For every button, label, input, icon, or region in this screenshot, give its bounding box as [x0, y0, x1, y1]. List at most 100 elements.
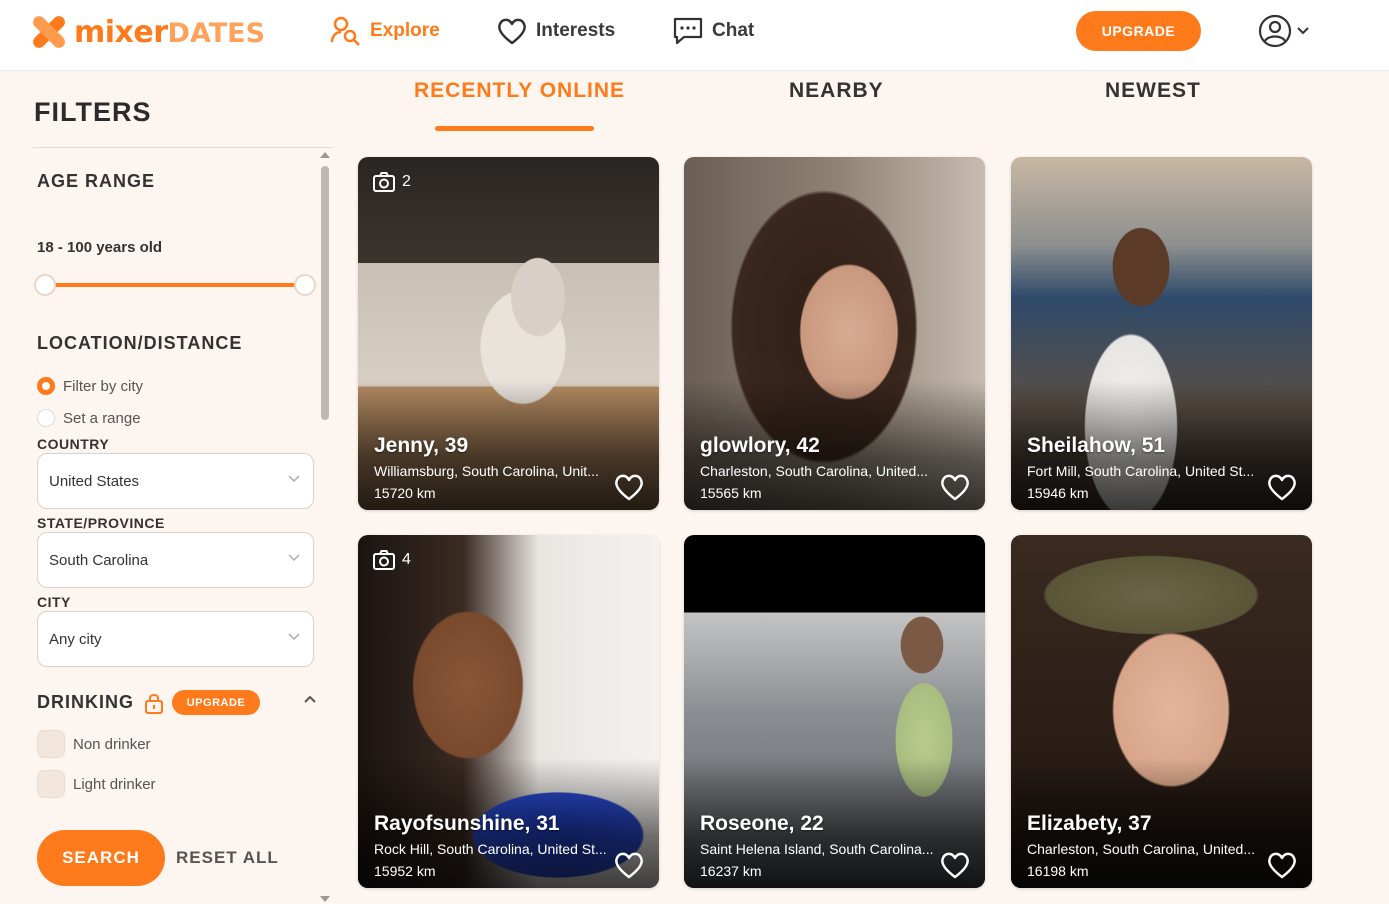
account-menu[interactable] [1258, 14, 1310, 48]
scroll-down-arrow-icon[interactable] [320, 896, 330, 902]
camera-icon [373, 172, 395, 192]
filters-title: FILTERS [34, 97, 152, 127]
scrollbar-thumb[interactable] [321, 166, 329, 420]
age-range-title: AGE RANGE [37, 171, 156, 191]
checkbox-light-drinker-label: Light drinker [73, 775, 156, 793]
like-heart-icon[interactable] [939, 850, 971, 880]
camera-icon [373, 550, 395, 570]
active-tab-indicator [435, 126, 594, 131]
drinking-title: DRINKING [37, 692, 134, 712]
filters-divider [33, 147, 333, 148]
profile-location: Williamsburg, South Carolina, Unit... [374, 463, 599, 479]
photo-count-value: 4 [402, 551, 411, 568]
drinking-upgrade-button[interactable]: UPGRADE [172, 690, 260, 715]
tab-newest[interactable]: NEWEST [1105, 79, 1201, 103]
country-select-value: United States [49, 472, 140, 490]
profile-name: Elizabety, 37 [1027, 812, 1152, 835]
location-distance-title: LOCATION/DISTANCE [37, 333, 243, 353]
explore-user-search-icon [330, 16, 360, 46]
like-heart-icon[interactable] [1266, 472, 1298, 502]
heart-outline-icon [498, 18, 526, 45]
radio-set-a-range-label: Set a range [63, 409, 141, 427]
reset-all-button[interactable]: RESET ALL [176, 848, 279, 868]
profile-card[interactable]: glowlory, 42 Charleston, South Carolina,… [684, 157, 985, 510]
brand-name: mixerDATES [74, 14, 266, 50]
city-select[interactable]: Any city [37, 611, 314, 667]
city-select-value: Any city [49, 630, 102, 648]
like-heart-icon[interactable] [613, 850, 645, 880]
profile-card[interactable]: 4 Rayofsunshine, 31 Rock Hill, South Car… [358, 535, 659, 888]
profile-location: Fort Mill, South Carolina, United St... [1027, 463, 1255, 479]
chat-bubble-icon [673, 17, 703, 45]
age-slider-track[interactable] [44, 283, 306, 287]
checkbox-non-drinker[interactable]: Non drinker [37, 730, 151, 758]
profile-distance: 16237 km [700, 863, 762, 879]
lock-icon [145, 693, 163, 714]
like-heart-icon[interactable] [939, 472, 971, 502]
profile-distance: 16198 km [1027, 863, 1089, 879]
profile-location: Charleston, South Carolina, United... [1027, 841, 1256, 857]
profile-distance: 15952 km [374, 863, 436, 879]
radio-filter-by-city-label: Filter by city [63, 377, 144, 395]
profile-name: Jenny, 39 [374, 434, 469, 457]
profile-card[interactable]: Roseone, 22 Saint Helena Island, South C… [684, 535, 985, 888]
radio-filter-by-city[interactable]: Filter by city [37, 377, 143, 395]
age-range-value: 18 - 100 years old [37, 239, 163, 256]
age-slider-max-handle[interactable] [294, 274, 316, 296]
brand-logo[interactable]: mixerDATES [30, 12, 266, 52]
logo-x-icon [30, 13, 68, 51]
profile-name: glowlory, 42 [700, 434, 820, 457]
age-slider-min-handle[interactable] [34, 274, 56, 296]
photo-count-badge: 4 [372, 549, 411, 571]
user-avatar-icon [1258, 14, 1292, 48]
country-select[interactable]: United States [37, 453, 314, 509]
tab-nearby[interactable]: NEARBY [789, 79, 884, 103]
checkbox-light-drinker[interactable]: Light drinker [37, 770, 156, 798]
profile-location: Charleston, South Carolina, United... [700, 463, 929, 479]
radio-checked-icon [37, 377, 55, 395]
scroll-up-arrow-icon[interactable] [320, 152, 330, 158]
photo-count-value: 2 [402, 173, 411, 190]
state-label: STATE/PROVINCE [37, 515, 165, 531]
photo-count-badge: 2 [372, 171, 411, 193]
tab-recently-online[interactable]: RECENTLY ONLINE [414, 79, 625, 103]
profile-distance: 15946 km [1027, 485, 1089, 501]
country-label: COUNTRY [37, 436, 110, 452]
profile-card[interactable]: Sheilahow, 51 Fort Mill, South Carolina,… [1011, 157, 1312, 510]
profile-location: Rock Hill, South Carolina, United St... [374, 841, 607, 857]
like-heart-icon[interactable] [1266, 850, 1298, 880]
profile-name: Roseone, 22 [700, 812, 824, 835]
filters-scrollbar[interactable] [319, 150, 331, 904]
top-header: mixerDATES Explore Interests Chat UPGRAD… [0, 0, 1389, 71]
checkbox-box [37, 770, 65, 798]
nav-interests-label: Interests [536, 20, 616, 41]
chevron-down-icon [288, 475, 300, 483]
chevron-down-icon [288, 554, 300, 562]
profile-distance: 15565 km [700, 485, 762, 501]
checkbox-non-drinker-label: Non drinker [73, 735, 151, 753]
chevron-down-icon [288, 633, 300, 641]
search-button[interactable]: SEARCH [37, 830, 165, 886]
upgrade-button[interactable]: UPGRADE [1076, 11, 1201, 51]
nav-chat[interactable]: Chat [672, 14, 754, 48]
radio-unchecked-icon [37, 409, 55, 427]
state-select-value: South Carolina [49, 551, 149, 569]
nav-interests[interactable]: Interests [496, 14, 615, 48]
profile-distance: 15720 km [374, 485, 436, 501]
checkbox-box [37, 730, 65, 758]
chevron-up-icon[interactable] [303, 694, 317, 704]
nav-chat-label: Chat [712, 20, 755, 41]
profile-card[interactable]: 2 Jenny, 39 Williamsburg, South Carolina… [358, 157, 659, 510]
city-label: CITY [37, 594, 71, 610]
nav-explore-label: Explore [370, 20, 440, 41]
chevron-down-icon [1297, 27, 1309, 35]
profile-name: Rayofsunshine, 31 [374, 812, 560, 835]
state-select[interactable]: South Carolina [37, 532, 314, 588]
drinking-section-header: DRINKING UPGRADE [37, 690, 260, 715]
like-heart-icon[interactable] [613, 472, 645, 502]
radio-set-a-range[interactable]: Set a range [37, 409, 141, 427]
profile-name: Sheilahow, 51 [1027, 434, 1166, 457]
nav-explore[interactable]: Explore [330, 14, 440, 48]
profile-location: Saint Helena Island, South Carolina... [700, 841, 934, 857]
profile-card[interactable]: Elizabety, 37 Charleston, South Carolina… [1011, 535, 1312, 888]
